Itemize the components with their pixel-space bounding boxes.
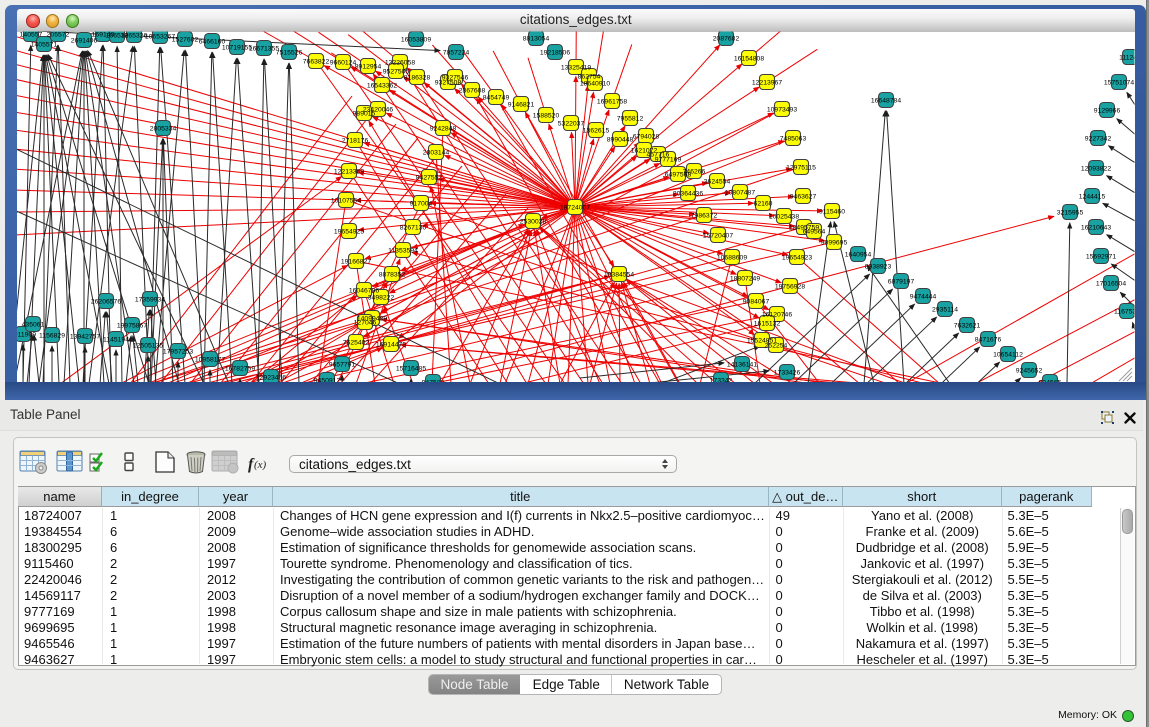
svg-text:(x): (x) <box>254 459 267 471</box>
